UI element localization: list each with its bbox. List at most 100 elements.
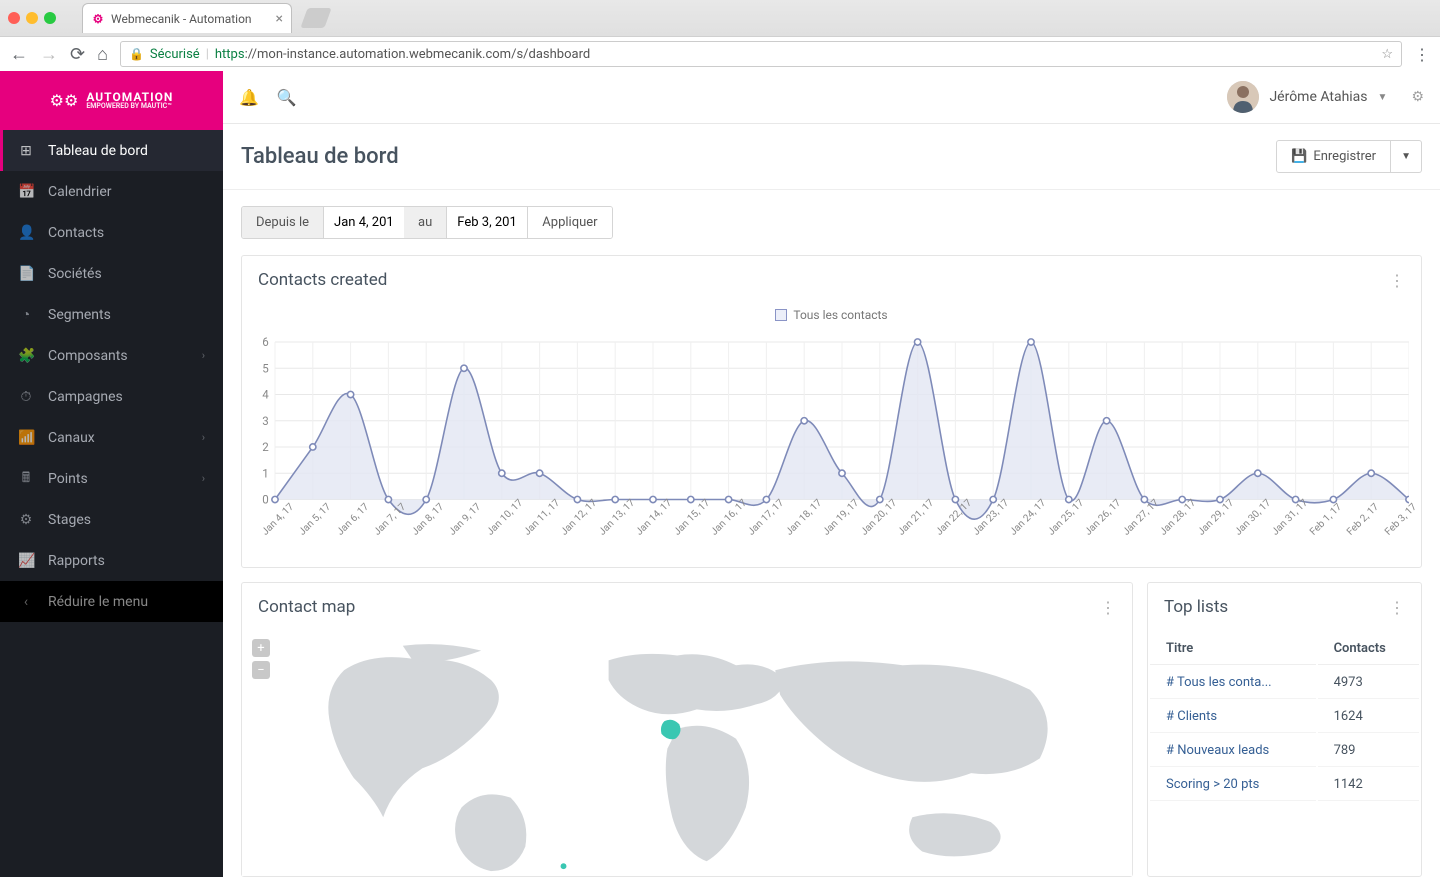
to-label: au <box>404 207 447 238</box>
from-label: Depuis le <box>242 207 324 238</box>
table-row[interactable]: # Nouveaux leads789 <box>1150 735 1419 767</box>
col-title: Titre <box>1150 633 1316 665</box>
sidebar-item-sociétés[interactable]: 📄Sociétés <box>0 253 223 294</box>
zoom-out-button[interactable]: − <box>252 661 270 679</box>
gear-icon: ⚙⚙ <box>50 91 79 110</box>
zoom-in-button[interactable]: + <box>252 639 270 657</box>
contact-map-panel: Contact map ⋮ + − <box>241 582 1133 877</box>
back-button[interactable]: ← <box>10 44 28 65</box>
nav-label: Composants <box>48 348 128 364</box>
save-label: Enregistrer <box>1313 149 1376 164</box>
new-tab-button[interactable] <box>300 8 331 28</box>
browser-tab[interactable]: ⚙ Webmecanik - Automation × <box>82 3 292 33</box>
window-close-button[interactable] <box>8 12 20 24</box>
table-row[interactable]: # Tous les conta...4973 <box>1150 667 1419 699</box>
notifications-icon[interactable]: 🔔 <box>239 88 259 107</box>
chevron-left-icon: ‹ <box>18 594 34 610</box>
date-filter: Depuis le au Appliquer <box>241 206 613 239</box>
save-icon: 💾 <box>1291 149 1307 164</box>
bookmark-icon[interactable]: ☆ <box>1381 47 1393 62</box>
panel-menu-icon[interactable]: ⋮ <box>1389 598 1405 617</box>
top-lists-panel: Top lists ⋮ Titre Contacts # Tous les co… <box>1147 582 1422 877</box>
window-maximize-button[interactable] <box>44 12 56 24</box>
nav-icon: 🧩 <box>18 348 34 364</box>
svg-text:3: 3 <box>262 414 268 428</box>
sidebar-item-segments[interactable]: ◔ Segments <box>0 294 223 335</box>
save-dropdown-button[interactable]: ▼ <box>1391 140 1422 173</box>
svg-text:6: 6 <box>262 335 268 349</box>
table-row[interactable]: Scoring > 20 pts1142 <box>1150 769 1419 801</box>
url-protocol: https <box>215 47 245 62</box>
nav-icon: 📅 <box>18 184 34 200</box>
sidebar-item-stages[interactable]: ⚙Stages <box>0 499 223 540</box>
panel-menu-icon[interactable]: ⋮ <box>1389 271 1405 290</box>
user-menu[interactable]: Jérôme Atahias ▼ ⚙ <box>1227 81 1424 113</box>
avatar <box>1227 81 1259 113</box>
url-rest: ://mon-instance.automation.webmecanik.co… <box>245 47 591 62</box>
nav-icon: 📄 <box>18 266 34 282</box>
chevron-right-icon: › <box>202 349 205 362</box>
list-title: # Tous les conta... <box>1150 667 1316 699</box>
panel-menu-icon[interactable]: ⋮ <box>1100 598 1116 617</box>
secure-label: Sécurisé <box>150 47 200 62</box>
main-content: 🔔 🔍 Jérôme Atahias ▼ ⚙ Tableau de bord 💾… <box>223 71 1440 877</box>
sidebar-item-rapports[interactable]: 📈Rapports <box>0 540 223 581</box>
nav-label: Tableau de bord <box>48 143 148 159</box>
nav-label: Points <box>48 471 88 487</box>
reload-button[interactable]: ⟳ <box>70 44 85 65</box>
sidebar-item-tableau-de-bord[interactable]: ⊞Tableau de bord <box>0 130 223 171</box>
list-title: Scoring > 20 pts <box>1150 769 1316 801</box>
list-title: # Clients <box>1150 701 1316 733</box>
x-axis-labels: Jan 4, 17Jan 5, 17Jan 6, 17Jan 7, 17Jan … <box>254 530 1409 541</box>
contacts-created-panel: Contacts created ⋮ Tous les contacts 012… <box>241 255 1422 568</box>
address-bar[interactable]: 🔒 Sécurisé | https://mon-instance.automa… <box>120 41 1402 67</box>
table-row[interactable]: # Clients1624 <box>1150 701 1419 733</box>
nav-label: Contacts <box>48 225 104 241</box>
panel-title: Contacts created <box>258 270 387 290</box>
list-count: 1624 <box>1318 701 1419 733</box>
caret-down-icon: ▼ <box>1401 151 1411 162</box>
svg-text:1: 1 <box>262 466 268 480</box>
save-button[interactable]: 💾 Enregistrer <box>1276 140 1391 173</box>
world-map[interactable] <box>242 631 1132 876</box>
tab-close-icon[interactable]: × <box>276 11 283 27</box>
sidebar-item-composants[interactable]: 🧩 Composants › <box>0 335 223 376</box>
nav-label: Segments <box>48 307 111 323</box>
svg-text:4: 4 <box>262 388 269 402</box>
to-date-input[interactable] <box>447 207 527 238</box>
apply-button[interactable]: Appliquer <box>527 207 611 238</box>
sidebar-item-calendrier[interactable]: 📅 Calendrier <box>0 171 223 212</box>
page-title: Tableau de bord <box>241 144 399 169</box>
chevron-right-icon: › <box>202 431 205 444</box>
settings-icon[interactable]: ⚙ <box>1411 89 1424 105</box>
collapse-menu-button[interactable]: ‹ Réduire le menu <box>0 581 223 622</box>
nav-icon: 📈 <box>18 553 34 569</box>
legend-swatch <box>775 309 787 321</box>
window-minimize-button[interactable] <box>26 12 38 24</box>
list-count: 789 <box>1318 735 1419 767</box>
sidebar-item-contacts[interactable]: 👤 Contacts <box>0 212 223 253</box>
browser-chrome: ⚙ Webmecanik - Automation × ← → ⟳ ⌂ 🔒 Sé… <box>0 0 1440 71</box>
nav-icon: ◔ <box>18 306 34 323</box>
tab-title: Webmecanik - Automation <box>111 12 252 26</box>
nav-label: Stages <box>48 512 91 528</box>
sidebar-item-canaux[interactable]: 📶Canaux› <box>0 417 223 458</box>
favicon-icon: ⚙ <box>91 12 105 26</box>
panel-title: Top lists <box>1164 597 1228 617</box>
sidebar-item-points[interactable]: 🖩Points› <box>0 458 223 499</box>
nav-label: Calendrier <box>48 184 112 200</box>
chevron-right-icon: › <box>202 472 205 485</box>
brand-logo[interactable]: ⚙⚙ AUTOMATION EMPOWERED BY MAUTIC™ <box>0 71 223 130</box>
sidebar-item-campagnes[interactable]: ⏱Campagnes <box>0 376 223 417</box>
search-icon[interactable]: 🔍 <box>277 88 297 107</box>
legend-label: Tous les contacts <box>793 308 887 322</box>
sidebar: ⚙⚙ AUTOMATION EMPOWERED BY MAUTIC™ ⊞Tabl… <box>0 71 223 877</box>
home-button[interactable]: ⌂ <box>97 44 108 65</box>
map-highlight-france <box>661 720 681 740</box>
forward-button[interactable]: → <box>40 44 58 65</box>
topbar: 🔔 🔍 Jérôme Atahias ▼ ⚙ <box>223 71 1440 124</box>
nav-icon: 👤 <box>18 225 34 241</box>
browser-menu-icon[interactable]: ⋮ <box>1414 45 1430 64</box>
chart-legend[interactable]: Tous les contacts <box>254 304 1409 326</box>
from-date-input[interactable] <box>324 207 404 238</box>
